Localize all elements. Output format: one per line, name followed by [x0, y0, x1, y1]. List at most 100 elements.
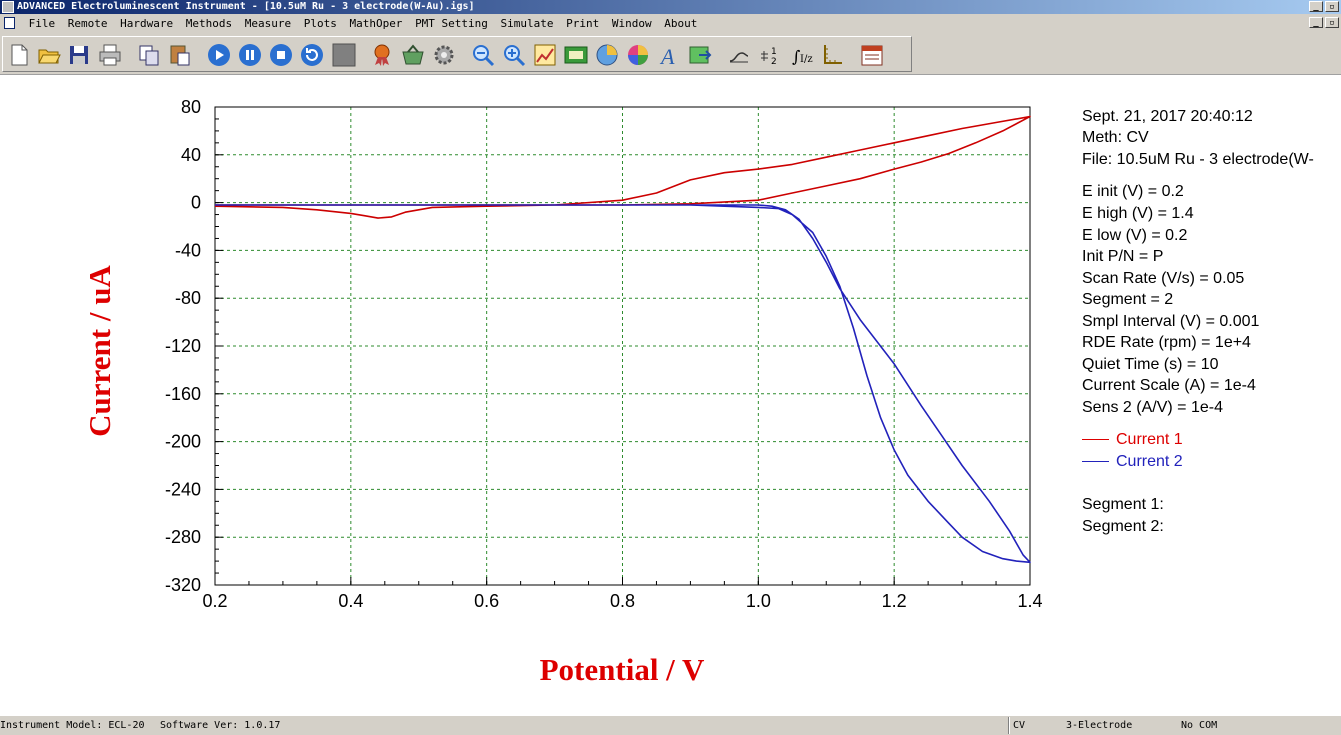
- calendar-icon[interactable]: [859, 42, 885, 68]
- param-rde-rate: RDE Rate (rpm) = 1e+4: [1082, 334, 1251, 351]
- axis-icon[interactable]: [819, 42, 845, 68]
- document-icon[interactable]: [4, 17, 15, 29]
- param-scan-rate: Scan Rate (V/s) = 0.05: [1082, 270, 1245, 287]
- window-title: ADVANCED Electroluminescent Instrument -…: [17, 1, 475, 12]
- y-tick-label: -200: [165, 432, 201, 452]
- menu-remote[interactable]: Remote: [65, 14, 111, 34]
- svg-text:2: 2: [771, 57, 777, 67]
- run-icon[interactable]: [206, 42, 232, 68]
- curve-icon[interactable]: [726, 42, 752, 68]
- menu-measure[interactable]: Measure: [242, 14, 294, 34]
- cv-plot: 0.2 0.4 0.6 0.8 1.0 1.2 1.4 80 40 0 -40 -80 -120 -160…: [82, 97, 1043, 687]
- x-tick-label: 1.2: [882, 591, 907, 611]
- y-tick-label: 40: [181, 145, 201, 165]
- y-tick-label: -80: [175, 288, 201, 308]
- legend-swatch-red: [1082, 439, 1109, 441]
- y-axis-label: Current / uA: [82, 265, 117, 437]
- svg-text:1: 1: [771, 47, 777, 57]
- x-tick-label: 0.2: [202, 591, 227, 611]
- menu-simulate[interactable]: Simulate: [498, 14, 557, 34]
- status-electrode: 3-Electrode: [1066, 720, 1133, 731]
- zoom-in-icon[interactable]: [501, 42, 527, 68]
- award-icon[interactable]: [369, 42, 395, 68]
- svg-text:A: A: [659, 44, 675, 68]
- series-layer: [214, 115, 1031, 564]
- param-e-high: E high (V) = 1.4: [1082, 205, 1194, 222]
- menu-plots[interactable]: Plots: [301, 14, 340, 34]
- export-icon[interactable]: [687, 42, 713, 68]
- legend-label-current-1: Current 1: [1116, 431, 1183, 448]
- minimize-button[interactable]: _: [1309, 1, 1323, 12]
- method-text: Meth: CV: [1082, 129, 1149, 146]
- refresh-icon[interactable]: [299, 42, 325, 68]
- x-tick-label: 0.6: [474, 591, 499, 611]
- mdi-restore-button[interactable]: ▫: [1325, 17, 1339, 28]
- param-sens2: Sens 2 (A/V) = 1e-4: [1082, 399, 1223, 416]
- integral-icon[interactable]: ∫ I/z: [788, 42, 814, 68]
- stop-icon[interactable]: [268, 42, 294, 68]
- status-model: Instrument Model: ECL-20: [0, 720, 145, 731]
- pie-chart-icon[interactable]: [594, 42, 620, 68]
- legend-current-1: Current 1: [1082, 431, 1183, 449]
- y-tick-label: -160: [165, 384, 201, 404]
- param-quiet-time: Quiet Time (s) = 10: [1082, 356, 1219, 373]
- app-icon: [2, 1, 14, 13]
- copy-icon[interactable]: [136, 42, 162, 68]
- digits-icon[interactable]: 12: [757, 42, 783, 68]
- menu-file[interactable]: File: [26, 14, 59, 34]
- menu-print[interactable]: Print: [563, 14, 602, 34]
- y-tick-label: -40: [175, 240, 201, 260]
- gear-icon[interactable]: [431, 42, 457, 68]
- chart-edit-icon[interactable]: [532, 42, 558, 68]
- legend-label-current-2: Current 2: [1116, 453, 1183, 470]
- y-tick-label: -320: [165, 575, 201, 595]
- pause-icon[interactable]: [237, 42, 263, 68]
- axis-ticks: 0.2 0.4 0.6 0.8 1.0 1.2 1.4 80 40 0 -40 -80 -120 -160…: [165, 97, 1043, 611]
- menu-pmt-setting[interactable]: PMT Setting: [412, 14, 491, 34]
- grey-square-icon[interactable]: [331, 42, 357, 68]
- y-tick-label: -280: [165, 527, 201, 547]
- param-current-scale: Current Scale (A) = 1e-4: [1082, 377, 1256, 394]
- status-method: CV: [1013, 720, 1026, 731]
- file-text: File: 10.5uM Ru - 3 electrode(W-: [1082, 151, 1314, 168]
- grid: [215, 107, 1030, 585]
- y-tick-label: -240: [165, 479, 201, 499]
- menu-hardware[interactable]: Hardware: [117, 14, 176, 34]
- open-folder-icon[interactable]: [36, 42, 62, 68]
- param-e-low: E low (V) = 0.2: [1082, 227, 1188, 244]
- status-com: No COM: [1181, 720, 1218, 731]
- status-software: Software Ver: 1.0.17: [160, 720, 281, 731]
- datetime-text: Sept. 21, 2017 20:40:12: [1082, 108, 1253, 125]
- legend-current-2: Current 2: [1082, 453, 1183, 471]
- basket-icon[interactable]: [400, 42, 426, 68]
- menu-bar: File Remote Hardware Methods Measure Plo…: [0, 14, 1341, 34]
- mdi-minimize-button[interactable]: _: [1309, 17, 1323, 28]
- title-bar: ADVANCED Electroluminescent Instrument -…: [0, 0, 1341, 14]
- zoom-out-icon[interactable]: [470, 42, 496, 68]
- param-e-init: E init (V) = 0.2: [1082, 183, 1184, 200]
- new-file-icon[interactable]: [6, 42, 32, 68]
- menu-mathoper[interactable]: MathOper: [346, 14, 405, 34]
- font-a-icon[interactable]: A: [656, 42, 682, 68]
- menu-methods[interactable]: Methods: [183, 14, 235, 34]
- x-tick-label: 1.4: [1017, 591, 1042, 611]
- param-segment: Segment = 2: [1082, 291, 1174, 308]
- menu-window[interactable]: Window: [609, 14, 655, 34]
- image-icon[interactable]: [563, 42, 589, 68]
- restore-button[interactable]: ▫: [1325, 1, 1339, 12]
- color-wheel-icon[interactable]: [625, 42, 651, 68]
- x-tick-label: 0.4: [338, 591, 363, 611]
- paste-doc-icon[interactable]: [167, 42, 193, 68]
- menu-about[interactable]: About: [661, 14, 700, 34]
- status-bar: Instrument Model: ECL-20 Software Ver: 1…: [0, 715, 1341, 735]
- x-tick-label: 1.0: [746, 591, 771, 611]
- x-axis-label: Potential / V: [540, 652, 705, 687]
- save-icon[interactable]: [66, 42, 92, 68]
- segment-2-text: Segment 2:: [1082, 518, 1164, 535]
- y-tick-label: 0: [191, 193, 201, 213]
- toolbar-panel: A 12 ∫ I/z: [2, 36, 912, 72]
- param-smpl-interval: Smpl Interval (V) = 0.001: [1082, 313, 1260, 330]
- status-separator: [1008, 717, 1010, 734]
- y-tick-label: 80: [181, 97, 201, 117]
- print-icon[interactable]: [97, 42, 123, 68]
